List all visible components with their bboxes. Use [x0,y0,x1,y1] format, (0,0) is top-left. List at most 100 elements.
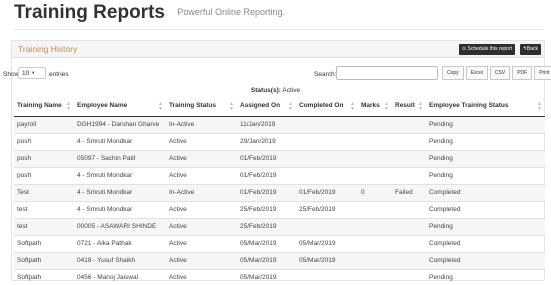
table-cell: Active [166,268,237,285]
column-header-label: Training Name [17,102,62,110]
table-cell [358,251,392,269]
table-cell [296,115,358,133]
table-cell: Active [166,234,237,252]
table-cell [296,166,358,184]
table-cell [392,217,426,235]
table-cell: Pending [426,166,545,184]
page-length-value: 10 [22,70,30,77]
table-cell: Softpath [14,268,74,285]
page-length-select[interactable]: 10 ▼ [18,67,46,79]
table-row[interactable]: posh 4 - Smruti Mondkar Active 01/Feb/2019 P… [14,166,545,184]
table-cell [358,217,392,235]
table-cell: 01/Feb/2019 [296,183,358,201]
table-cell [392,251,426,269]
sort-both-icon[interactable]: ▲ ▼ [384,102,389,112]
column-header[interactable]: Marks ▲ ▼ [358,96,392,117]
column-header[interactable]: Training Name ▲ ▼ [14,96,74,117]
column-header[interactable]: Result ▲ ▼ [392,96,426,117]
training-table: Training Name ▲ ▼ Employee Name ▲ ▼ Training S… [14,96,545,285]
table-row[interactable]: Softpath 0418 - Yusuf Shaikh Active 05/Mar/… [14,251,545,269]
table-row[interactable]: Test 4 - Smruti Mondkar In-Active 01/Feb/20… [14,183,545,201]
table-cell: 01/Feb/2019 [237,183,296,201]
table-cell [392,166,426,184]
table-cell: Active [166,217,237,235]
export-csv-button[interactable]: CSV [489,66,511,80]
status-filter-label: Status(s): [250,87,281,94]
table-cell: Softpath [14,234,74,252]
table-cell: 05/Mar/2019 [237,251,296,269]
table-cell [392,200,426,218]
table-cell: In-Active [166,115,237,133]
table-cell: 05/Mar/2019 [237,268,296,285]
sort-both-icon[interactable]: ▲ ▼ [418,102,423,112]
sort-both-icon[interactable]: ▲ ▼ [158,102,163,112]
sort-both-icon[interactable]: ▲ ▼ [537,102,542,112]
table-cell [358,132,392,150]
show-label: Show [3,71,20,78]
table-cell: 0418 - Yusuf Shaikh [74,251,166,269]
search-label: Search: [314,71,337,78]
schedule-report-button[interactable]: ⊙ Schedule this report [458,44,515,55]
table-cell [392,149,426,167]
search-input[interactable] [336,66,438,80]
table-cell: 01/Feb/2019 [237,166,296,184]
table-cell: 25/Feb/2019 [237,217,296,235]
column-header-label: Employee Training Status [429,102,509,110]
table-cell [296,132,358,150]
table-cell [392,115,426,133]
column-header[interactable]: Employee Training Status ▲ ▼ [426,96,545,117]
column-header[interactable]: Completed On ▲ ▼ [296,96,358,117]
status-filter-value: Active [282,87,301,94]
column-header-label: Assigned On [240,102,281,110]
panel-title: Training History [18,44,78,54]
export-buttons: Copy Excel CSV PDF Print [442,66,551,80]
column-header[interactable]: Employee Name ▲ ▼ [74,96,166,117]
table-row[interactable]: Softpath 0456 - Manoj Jaiswal Active 05/Mar… [14,268,545,285]
table-cell: 05/Mar/2019 [237,234,296,252]
column-header[interactable]: Assigned On ▲ ▼ [237,96,296,117]
table-cell: Pending [426,268,545,285]
export-copy-button[interactable]: Copy [442,66,464,80]
export-print-button[interactable]: Print [534,66,551,80]
table-row[interactable]: Softpath 0721 - Aika Pathak Active 05/Mar/2… [14,234,545,252]
export-excel-button[interactable]: Excel [465,66,488,80]
table-row[interactable]: payroll DGH1994 - Darshan Gharve In-Active… [14,115,545,133]
table-cell [296,149,358,167]
column-header-label: Marks [361,102,380,110]
back-button[interactable]: ↰Back [519,44,541,55]
table-cell: 0 [358,183,392,201]
sort-both-icon[interactable]: ▲ ▼ [229,102,234,112]
table-row[interactable]: posh 4 - Smruti Mondkar Active 29/Jan/2019 P… [14,132,545,150]
table-row[interactable]: test 00005 - ASAWARI SHINDE Active 25/Feb/2… [14,217,545,235]
page-title: Training Reports [14,2,165,23]
column-header-label: Employee Name [77,102,128,110]
table-cell: posh [14,132,74,150]
table-cell [358,200,392,218]
page-subtitle: Powerful Online Reporting. [177,7,285,17]
table-row[interactable]: test 4 - Smruti Mondkar Active 25/Feb/2019 2… [14,200,545,218]
table-cell [358,149,392,167]
table-cell [392,268,426,285]
table-cell: Pending [426,217,545,235]
table-cell: Active [166,149,237,167]
sort-both-icon[interactable]: ▲ ▼ [66,102,71,112]
column-header[interactable]: Training Status ▲ ▼ [166,96,237,117]
column-header-label: Result [395,102,415,110]
sort-both-icon[interactable]: ▲ ▼ [288,102,293,112]
table-cell: Active [166,251,237,269]
table-row[interactable]: posh 05097 - Sachin Patil Active 01/Feb/201… [14,149,545,167]
table-cell [392,234,426,252]
column-header-label: Completed On [299,102,344,110]
table-cell [358,166,392,184]
table-cell: posh [14,149,74,167]
export-pdf-button[interactable]: PDF [512,66,533,80]
table-cell: 05097 - Sachin Patil [74,149,166,167]
table-cell [296,217,358,235]
table-cell: 4 - Smruti Mondkar [74,166,166,184]
column-header-label: Training Status [169,102,216,110]
table-cell: 0456 - Manoj Jaiswal [74,268,166,285]
sort-both-icon[interactable]: ▲ ▼ [350,102,355,112]
table-cell: 4 - Smruti Mondkar [74,132,166,150]
table-cell: Pending [426,149,545,167]
table-cell: test [14,217,74,235]
